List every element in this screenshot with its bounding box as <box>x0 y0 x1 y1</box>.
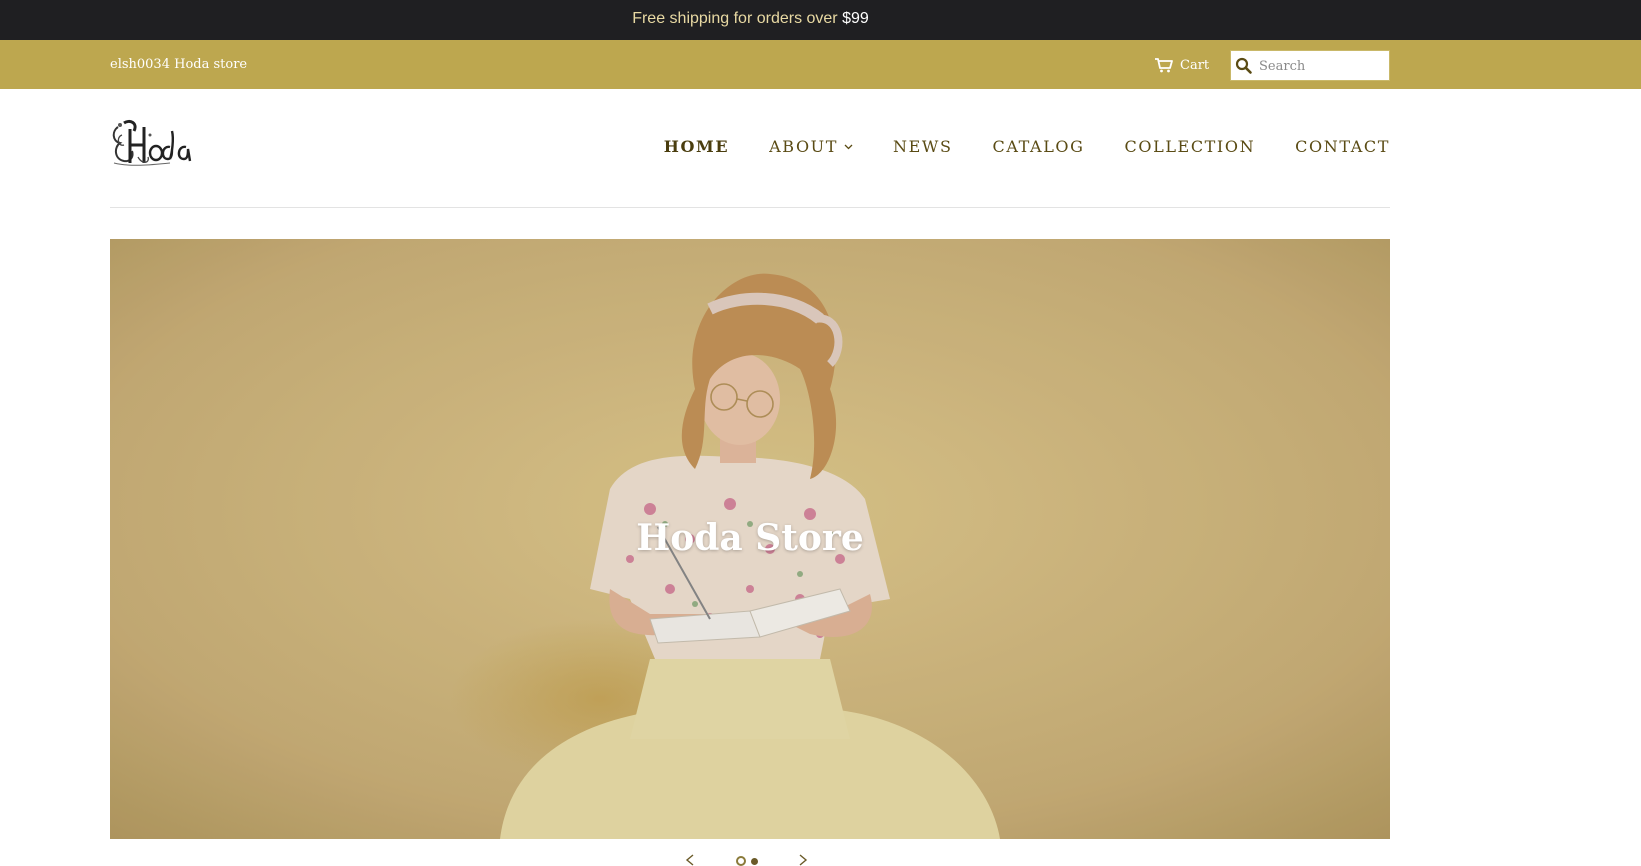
nav-news-label: NEWS <box>893 137 953 156</box>
hoda-logo-image <box>112 119 192 166</box>
search-button[interactable] <box>1235 57 1255 75</box>
store-name-link[interactable]: elsh0034 Hoda store <box>110 57 247 72</box>
slide-dot-2[interactable] <box>751 858 758 865</box>
slide-dot-1[interactable] <box>736 856 746 866</box>
announcement-amount: $99 <box>842 10 869 27</box>
site-header: HOME ABOUT NEWS CATALOG COLLECTION CONTA… <box>110 89 1390 208</box>
nav-collection[interactable]: COLLECTION <box>1125 137 1256 156</box>
search-input[interactable] <box>1259 55 1385 77</box>
nav-news[interactable]: NEWS <box>893 137 953 156</box>
cart-icon <box>1155 58 1173 73</box>
nav-contact[interactable]: CONTACT <box>1295 137 1390 156</box>
nav-catalog-label: CATALOG <box>992 137 1085 156</box>
cart-link[interactable]: Cart <box>1154 55 1209 75</box>
hero-slideshow[interactable]: Hoda Store <box>110 239 1390 839</box>
search-form <box>1230 50 1390 81</box>
nav-catalog[interactable]: CATALOG <box>993 137 1085 156</box>
chevron-down-icon <box>844 144 853 149</box>
slideshow-controls <box>680 852 820 866</box>
cart-label: Cart <box>1180 57 1210 73</box>
nav-about-label: ABOUT <box>769 137 839 156</box>
chevron-left-icon[interactable] <box>685 854 695 866</box>
hero-title: Hoda Store <box>636 517 864 559</box>
nav-home[interactable]: HOME <box>664 137 729 156</box>
main-navigation: HOME ABOUT NEWS CATALOG COLLECTION CONTA… <box>664 137 1390 156</box>
search-icon <box>1235 57 1252 74</box>
nav-about[interactable]: ABOUT <box>769 137 853 156</box>
top-utility-bar: elsh0034 Hoda store Cart <box>0 40 1641 89</box>
announcement-bar: Free shipping for orders over $99 <box>0 0 1641 40</box>
announcement-text: Free shipping for orders over $99 <box>0 10 1501 28</box>
chevron-right-icon[interactable] <box>798 854 808 866</box>
store-logo[interactable] <box>110 117 196 169</box>
announcement-label: Free shipping for orders over <box>632 10 843 27</box>
nav-collection-label: COLLECTION <box>1124 137 1256 156</box>
nav-contact-label: CONTACT <box>1295 137 1390 156</box>
nav-home-label: HOME <box>663 137 730 156</box>
